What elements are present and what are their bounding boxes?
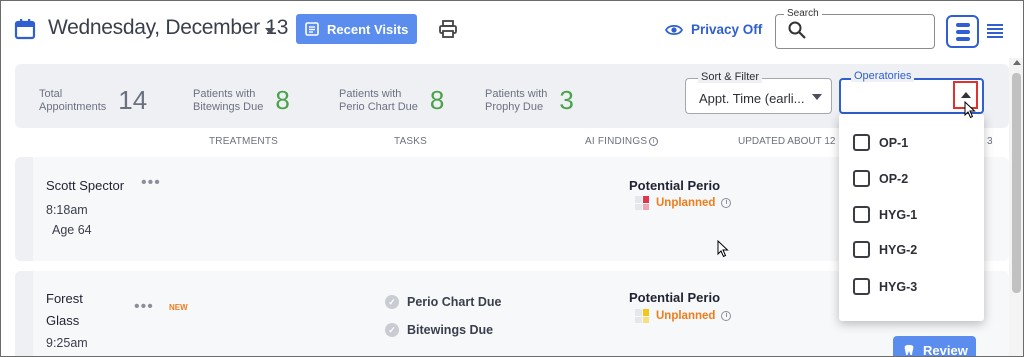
checkbox[interactable] — [853, 241, 870, 258]
review-label: Review — [923, 342, 968, 357]
updated-tail: 3 — [987, 136, 993, 147]
operatory-option[interactable]: OP-1 — [853, 134, 908, 151]
option-label: OP-1 — [879, 135, 909, 150]
task-item[interactable]: ✓ Perio Chart Due — [385, 295, 501, 309]
card-edge — [15, 157, 33, 261]
task-label: Perio Chart Due — [407, 295, 502, 309]
stat-label-line1: Patients with — [339, 87, 402, 100]
operatory-option[interactable]: OP-2 — [853, 170, 908, 187]
sort-filter-label: Sort & Filter — [698, 71, 763, 83]
stat-bitewings-due: Patients with Bitewings Due 8 — [193, 85, 290, 116]
review-button[interactable]: Review — [893, 336, 976, 357]
stat-label-line1: Patients with — [193, 87, 256, 100]
chevron-down-icon[interactable] — [812, 94, 822, 100]
card-view-button[interactable] — [946, 15, 979, 48]
appointment-time: 8:18am — [46, 203, 88, 217]
tooth-chart-icon — [635, 309, 649, 323]
scroll-up-arrow-icon[interactable] — [1013, 60, 1021, 65]
more-options-icon[interactable]: ••• — [141, 174, 161, 192]
operatory-option[interactable]: HYG-2 — [853, 241, 917, 258]
patient-age: Age 64 — [52, 223, 92, 237]
stat-label-line1: Total — [39, 87, 63, 100]
operatory-option[interactable]: HYG-3 — [853, 278, 917, 295]
mouse-cursor-icon — [964, 101, 976, 119]
more-options-icon[interactable]: ••• — [134, 298, 154, 316]
recent-visits-label: Recent Visits — [327, 21, 409, 37]
check-icon: ✓ — [385, 295, 399, 309]
finding-status: Unplanned i — [635, 309, 732, 323]
tooth-chart-icon — [635, 196, 649, 210]
new-badge: NEW — [169, 303, 188, 312]
column-header-ai-findings: AI FINDINGS i — [585, 136, 659, 147]
stat-prophy-due: Patients with Prophy Due 3 — [485, 85, 574, 116]
card-view-icon — [955, 21, 970, 42]
option-label: HYG-2 — [879, 242, 918, 257]
privacy-toggle[interactable]: Privacy Off — [665, 22, 762, 37]
finding-status-label: Unplanned — [656, 310, 716, 322]
stat-label-line2: Appointments — [39, 100, 107, 113]
calendar-icon[interactable] — [14, 18, 36, 40]
option-label: HYG-3 — [879, 279, 918, 294]
info-icon[interactable]: i — [721, 198, 732, 208]
recent-visits-button[interactable]: Recent Visits — [296, 14, 417, 44]
info-icon[interactable]: i — [721, 311, 732, 321]
search-label: Search — [784, 8, 822, 19]
operatory-option[interactable]: HYG-1 — [853, 206, 917, 223]
date-title[interactable]: Wednesday, December 13 — [48, 16, 288, 40]
chevron-down-icon[interactable] — [265, 28, 275, 34]
checkbox[interactable] — [853, 206, 870, 223]
checkbox[interactable] — [853, 134, 870, 151]
check-icon: ✓ — [385, 323, 399, 337]
task-item[interactable]: ✓ Bitewings Due — [385, 323, 493, 337]
sort-filter-value: Appt. Time (earli... — [699, 91, 805, 106]
patient-name-first[interactable]: Forest — [46, 291, 83, 306]
finding-status: Unplanned i — [635, 196, 732, 210]
option-label: OP-2 — [879, 171, 909, 186]
column-header-treatments: TREATMENTS — [209, 136, 279, 147]
patient-name-last[interactable]: Glass — [46, 313, 79, 328]
search-icon — [788, 21, 806, 39]
stat-label-line1: Patients with — [485, 87, 548, 100]
mouse-cursor-icon — [717, 240, 729, 258]
stat-value: 8 — [275, 85, 290, 115]
scrollbar-thumb[interactable] — [1012, 73, 1021, 293]
option-label: HYG-1 — [879, 207, 918, 222]
privacy-label: Privacy Off — [691, 22, 763, 37]
app-window: Wednesday, December 13 Recent Visits Pri… — [0, 0, 1024, 357]
finding-title: Potential Perio — [629, 178, 721, 193]
document-icon — [305, 22, 319, 36]
stat-label-line2: Perio Chart Due — [339, 100, 418, 113]
finding-status-label: Unplanned — [656, 197, 716, 209]
checkbox[interactable] — [853, 170, 870, 187]
operatories-label: Operatories — [851, 70, 915, 82]
stat-label-line2: Bitewings Due — [193, 100, 264, 113]
stat-value: 14 — [118, 85, 148, 115]
patient-name[interactable]: Scott Spector — [46, 178, 124, 193]
ai-findings-label: AI FINDINGS — [585, 136, 648, 147]
updated-label: UPDATED ABOUT 12 H — [738, 136, 846, 147]
stat-label-line2: Prophy Due — [485, 100, 544, 113]
task-label: Bitewings Due — [407, 323, 494, 337]
column-header-tasks: TASKS — [394, 136, 428, 147]
tooth-icon — [904, 344, 914, 355]
list-view-icon[interactable] — [987, 24, 1003, 38]
info-icon[interactable]: i — [649, 136, 659, 146]
chevron-up-icon — [960, 92, 971, 98]
stat-value: 3 — [559, 85, 574, 115]
card-edge — [15, 271, 33, 356]
appointment-time: 9:25am — [46, 336, 88, 350]
checkbox[interactable] — [853, 278, 870, 295]
stat-total-appointments: Total Appointments 14 — [39, 85, 147, 116]
finding-title: Potential Perio — [629, 290, 721, 305]
stat-perio-chart-due: Patients with Perio Chart Due 8 — [339, 85, 444, 116]
stat-value: 8 — [429, 85, 445, 115]
print-icon[interactable] — [438, 19, 458, 39]
eye-icon — [665, 24, 683, 35]
